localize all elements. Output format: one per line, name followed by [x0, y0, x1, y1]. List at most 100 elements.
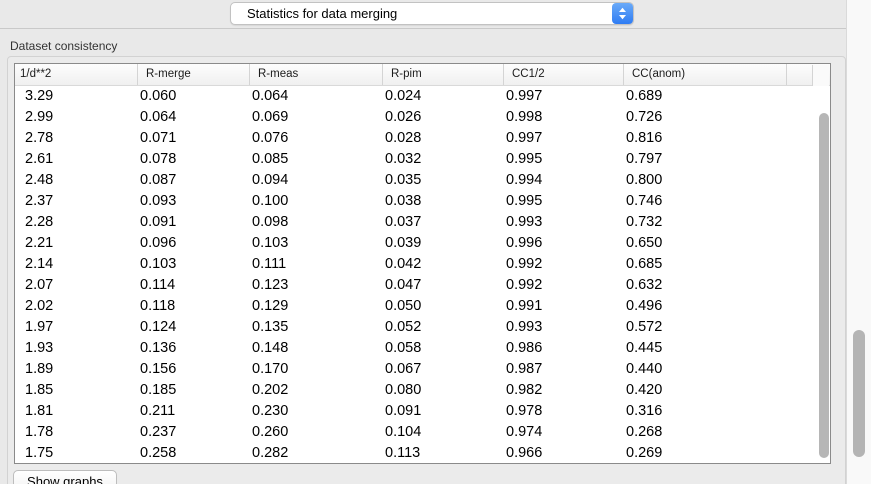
table-row[interactable]: 2.140.1030.1110.0420.9920.685	[15, 254, 830, 275]
table-cell: 0.118	[137, 296, 249, 317]
table-cell: 0.129	[249, 296, 382, 317]
table-row[interactable]: 1.750.2580.2820.1130.9660.269	[15, 443, 830, 464]
table-cell: 3.29	[15, 86, 137, 107]
table-cell: 0.024	[382, 86, 503, 107]
table-cell: 0.114	[137, 275, 249, 296]
table-cell: 0.982	[503, 380, 623, 401]
table-cell: 0.316	[623, 401, 786, 422]
table-cell: 0.685	[623, 254, 786, 275]
table-cell: 0.995	[503, 191, 623, 212]
table-row[interactable]: 1.970.1240.1350.0520.9930.572	[15, 317, 830, 338]
table-cell: 0.185	[137, 380, 249, 401]
table-cell: 0.047	[382, 275, 503, 296]
table-cell: 0.078	[137, 149, 249, 170]
chevron-up-down-icon	[612, 3, 633, 24]
column-header[interactable]: R-meas	[249, 64, 382, 85]
table-cell: 1.89	[15, 359, 137, 380]
table-cell: 0.997	[503, 86, 623, 107]
table-cell: 0.689	[623, 86, 786, 107]
table-row[interactable]: 2.370.0930.1000.0380.9950.746	[15, 191, 830, 212]
table-cell: 0.058	[382, 338, 503, 359]
table-cell: 0.237	[137, 422, 249, 443]
table-cell: 1.81	[15, 401, 137, 422]
table-cell: 0.028	[382, 128, 503, 149]
column-header[interactable]: R-merge	[137, 64, 249, 85]
table-row[interactable]: 3.290.0600.0640.0240.9970.689	[15, 86, 830, 107]
table-cell: 0.966	[503, 443, 623, 464]
table-row[interactable]: 1.930.1360.1480.0580.9860.445	[15, 338, 830, 359]
table-row[interactable]: 1.810.2110.2300.0910.9780.316	[15, 401, 830, 422]
table-cell: 0.650	[623, 233, 786, 254]
table-cell: 0.039	[382, 233, 503, 254]
table-cell: 2.07	[15, 275, 137, 296]
section-title: Dataset consistency	[10, 39, 117, 53]
table-row[interactable]: 2.280.0910.0980.0370.9930.732	[15, 212, 830, 233]
table-cell: 0.038	[382, 191, 503, 212]
table-cell: 0.123	[249, 275, 382, 296]
table-cell: 0.071	[137, 128, 249, 149]
column-header[interactable]: CC1/2	[503, 64, 623, 85]
table-cell: 2.48	[15, 170, 137, 191]
table-row[interactable]: 2.070.1140.1230.0470.9920.632	[15, 275, 830, 296]
table-cell: 0.135	[249, 317, 382, 338]
table-cell: 0.993	[503, 212, 623, 233]
statistics-mode-select[interactable]: Statistics for data merging	[230, 2, 634, 25]
column-header[interactable]: R-pim	[382, 64, 503, 85]
table-row[interactable]: 1.850.1850.2020.0800.9820.420	[15, 380, 830, 401]
table-cell: 0.064	[249, 86, 382, 107]
table-cell: 0.111	[249, 254, 382, 275]
table-cell: 0.104	[382, 422, 503, 443]
table-row[interactable]: 2.610.0780.0850.0320.9950.797	[15, 149, 830, 170]
table-cell: 2.28	[15, 212, 137, 233]
table-cell: 0.035	[382, 170, 503, 191]
table-cell: 0.124	[137, 317, 249, 338]
table-row[interactable]: 2.780.0710.0760.0280.9970.816	[15, 128, 830, 149]
column-header[interactable]: 1/d**2	[15, 64, 137, 85]
table-cell: 0.997	[503, 128, 623, 149]
table-cell: 2.21	[15, 233, 137, 254]
table-cell: 0.076	[249, 128, 382, 149]
table-row[interactable]: 1.890.1560.1700.0670.9870.440	[15, 359, 830, 380]
app-window: Statistics for data merging Dataset cons…	[0, 0, 871, 484]
window-scrollbar-thumb[interactable]	[853, 330, 865, 457]
table-cell: 1.93	[15, 338, 137, 359]
table-cell: 0.211	[137, 401, 249, 422]
table-cell: 0.080	[382, 380, 503, 401]
table-cell: 0.230	[249, 401, 382, 422]
table-row[interactable]: 2.020.1180.1290.0500.9910.496	[15, 296, 830, 317]
table-row[interactable]: 2.210.0960.1030.0390.9960.650	[15, 233, 830, 254]
table-cell: 0.067	[382, 359, 503, 380]
table-cell: 0.991	[503, 296, 623, 317]
table-cell: 0.816	[623, 128, 786, 149]
table-cell: 0.096	[137, 233, 249, 254]
table-cell: 0.091	[382, 401, 503, 422]
table-cell: 0.496	[623, 296, 786, 317]
table-cell: 0.085	[249, 149, 382, 170]
column-header[interactable]: CC(anom)	[623, 64, 786, 85]
table-cell: 2.37	[15, 191, 137, 212]
toolbar-separator	[0, 28, 871, 29]
table-cell: 2.61	[15, 149, 137, 170]
window-scrollbar-track[interactable]	[846, 0, 871, 484]
table-row[interactable]: 2.990.0640.0690.0260.9980.726	[15, 107, 830, 128]
table-cell: 0.572	[623, 317, 786, 338]
table-row[interactable]: 2.480.0870.0940.0350.9940.800	[15, 170, 830, 191]
table-row[interactable]: 1.780.2370.2600.1040.9740.268	[15, 422, 830, 443]
stats-table-body: 3.290.0600.0640.0240.9970.6892.990.0640.…	[15, 86, 830, 464]
table-vertical-scrollbar[interactable]	[819, 113, 829, 458]
table-cell: 0.269	[623, 443, 786, 464]
table-cell: 0.445	[623, 338, 786, 359]
show-graphs-button[interactable]: Show graphs	[13, 470, 117, 484]
table-cell: 0.091	[137, 212, 249, 233]
table-cell: 0.136	[137, 338, 249, 359]
table-cell: 0.268	[623, 422, 786, 443]
table-cell: 0.987	[503, 359, 623, 380]
table-cell: 0.993	[503, 317, 623, 338]
table-cell: 0.998	[503, 107, 623, 128]
table-cell: 0.995	[503, 149, 623, 170]
table-cell: 2.78	[15, 128, 137, 149]
table-cell: 0.632	[623, 275, 786, 296]
table-cell: 0.103	[249, 233, 382, 254]
table-cell: 0.282	[249, 443, 382, 464]
table-cell: 0.052	[382, 317, 503, 338]
